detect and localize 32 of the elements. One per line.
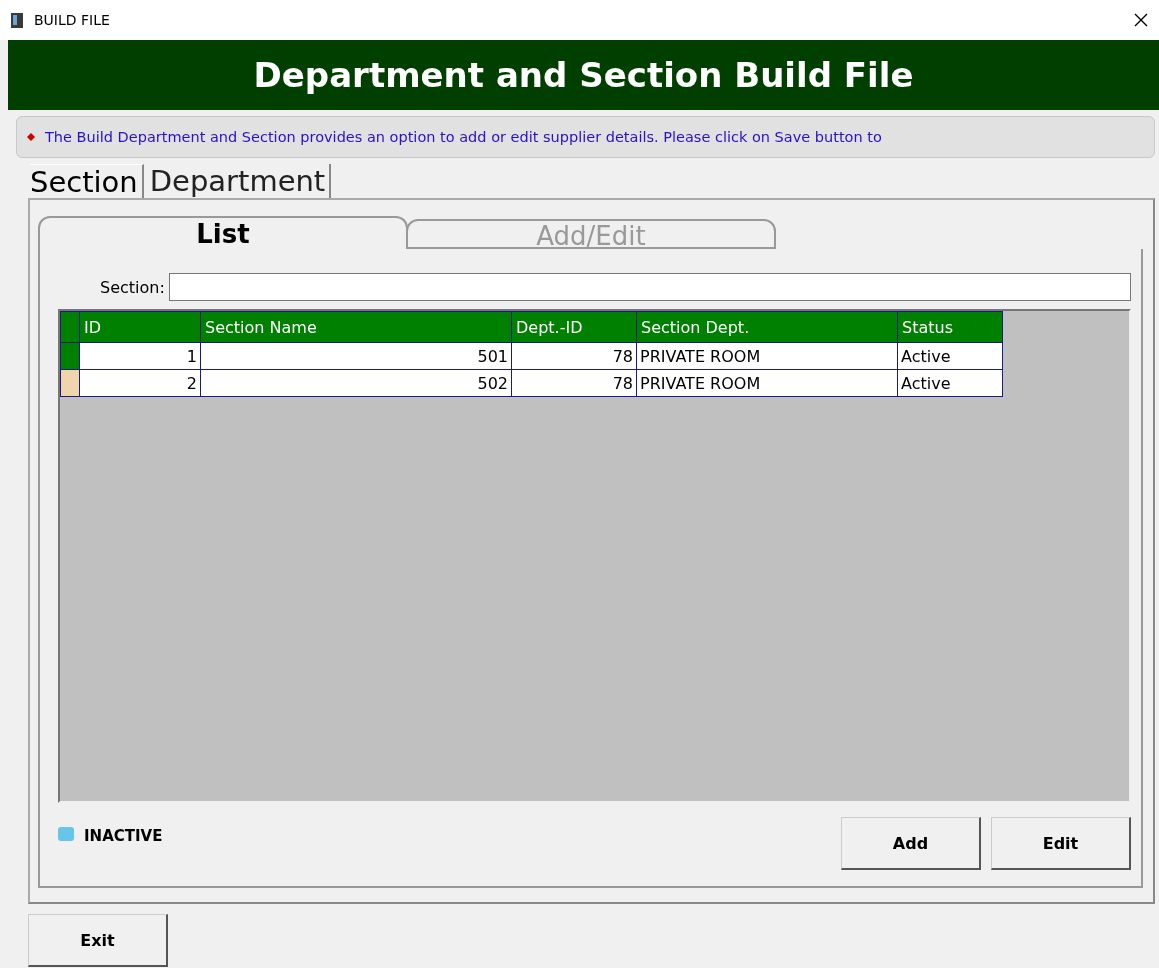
info-text: The Build Department and Section provides an option to add or edit supplier details. Please click on Save button to [45,129,882,145]
column-header[interactable]: ID [79,311,201,343]
table-cell: PRIVATE ROOM [636,342,898,370]
row-indicator[interactable] [60,369,80,397]
tab[interactable]: Section [30,164,144,198]
header-title: Department and Section Build File [253,55,914,95]
table-cell: 78 [511,369,637,397]
table-cell: 1 [79,342,201,370]
exit-button[interactable]: Exit [28,914,168,967]
row-header [60,311,80,343]
column-header[interactable]: Status [897,311,1003,343]
close-icon[interactable] [1133,12,1149,28]
column-header[interactable]: Dept.-ID [511,311,637,343]
table-cell: Active [897,342,1003,370]
search-field[interactable] [168,273,1131,301]
column-header[interactable]: Section Dept. [636,311,898,343]
column-header[interactable]: Section Name [200,311,512,343]
table-cell: PRIVATE ROOM [636,369,898,397]
tab[interactable]: List [38,216,408,249]
field-label: Section: [100,277,165,297]
table-cell: 501 [200,342,512,370]
add-button[interactable]: Add [841,817,981,870]
legend-label: INACTIVE [84,827,163,845]
diamond-icon [27,133,35,141]
table-cell: 78 [511,342,637,370]
window-title: BUILD FILE [34,12,111,28]
table-cell: Active [897,369,1003,397]
edit-button[interactable]: Edit [991,817,1131,870]
table-cell: 2 [79,369,201,397]
app-icon [10,11,24,29]
tab[interactable]: Department [149,164,332,198]
table-cell: 502 [200,369,512,397]
